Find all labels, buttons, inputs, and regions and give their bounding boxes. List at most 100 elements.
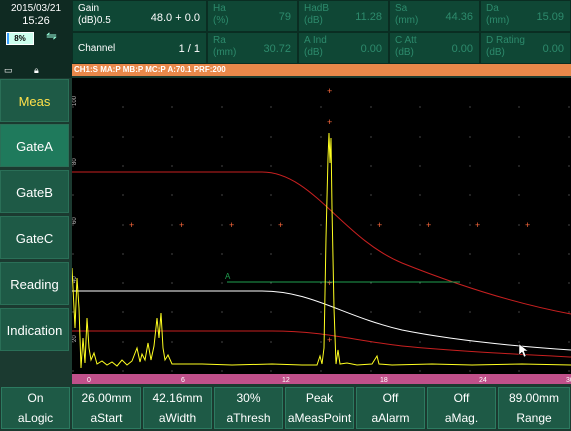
x-axis-bar [72, 374, 571, 384]
grid-dot [419, 282, 421, 284]
grid-plus-marker: + [327, 117, 332, 127]
readout-hadb-label: HadB (dB) [304, 3, 330, 26]
grid-dot [270, 136, 272, 138]
grid-dot [270, 253, 272, 255]
grid-dot [568, 194, 570, 196]
athresh-value: 30% [236, 391, 261, 405]
grid-dot [568, 253, 570, 255]
ameaspoint-button[interactable]: Peak aMeasPoint [285, 387, 354, 429]
grid-dot [518, 224, 520, 226]
y-tick-label: 80 [72, 158, 78, 165]
channel-value: 1 / 1 [178, 43, 200, 55]
menu-meas[interactable]: Meas [0, 79, 69, 122]
range-label: Range [516, 411, 552, 425]
menu-reading[interactable]: Reading [0, 262, 69, 305]
range-button[interactable]: 89.00mm Range [498, 387, 570, 429]
icon-strip: ▭ 🔒︎ [0, 64, 72, 78]
x-tick-label: 0 [87, 377, 91, 384]
ascan-display[interactable]: ++++++++++++ 10080604020 A 0612182430 [72, 78, 571, 384]
athresh-button[interactable]: 30% aThresh [214, 387, 283, 429]
grid-dot [370, 282, 372, 284]
grid-dot [320, 341, 322, 343]
grid-dot [568, 224, 570, 226]
grid-dot [469, 341, 471, 343]
channel-cell[interactable]: Channel 1 / 1 [72, 32, 207, 64]
grid-dot [469, 370, 471, 372]
grid-dot [568, 136, 570, 138]
grid-dot [221, 106, 223, 108]
grid-dot [122, 341, 124, 343]
keyboard-icon: ▭ [4, 65, 13, 75]
grid-dot [320, 106, 322, 108]
grid-dot [72, 253, 74, 255]
grid-dot [320, 224, 322, 226]
gain-value: 48.0 + 0.0 [150, 12, 200, 24]
grid-dot [469, 194, 471, 196]
grid-dot [221, 194, 223, 196]
grid-dot [72, 311, 74, 313]
tcg-curve [72, 290, 571, 351]
grid-dot [122, 253, 124, 255]
grid-dot [419, 253, 421, 255]
x-tick-label: 18 [380, 377, 388, 384]
menu-gatea[interactable]: GateA [0, 124, 69, 167]
grid-dot [122, 224, 124, 226]
readout-catt-label: C Att (dB) [395, 35, 417, 58]
grid-dot [270, 311, 272, 313]
grid-dot [171, 136, 173, 138]
readout-drating: D Rating (dB) 0.00 [480, 32, 571, 64]
grid-dot [171, 282, 173, 284]
grid-dot [221, 224, 223, 226]
grid-dot [122, 282, 124, 284]
grid-dot [518, 341, 520, 343]
x-tick-label: 30 [566, 377, 571, 384]
range-value: 89.00mm [508, 391, 560, 405]
grid-dot [469, 224, 471, 226]
gain-cell[interactable]: Gain (dB)0.5 48.0 + 0.0 [72, 0, 207, 32]
readout-hadb-value: 11.28 [355, 11, 382, 23]
astart-label: aStart [90, 411, 123, 425]
gain-label: Gain (dB)0.5 [78, 3, 111, 26]
grid-dot [320, 370, 322, 372]
readout-da-value: 15.09 [536, 11, 564, 23]
grid-dot [518, 282, 520, 284]
x-tick-label: 12 [282, 377, 290, 384]
ascan-svg: ++++++++++++ 10080604020 A 0612182430 [72, 86, 571, 384]
menu-gateb[interactable]: GateB [0, 170, 69, 213]
grid-dot [370, 165, 372, 167]
grid-dot [320, 194, 322, 196]
awidth-label: aWidth [158, 411, 197, 425]
grid-dot [270, 341, 272, 343]
awidth-button[interactable]: 42.16mm aWidth [143, 387, 212, 429]
grid-dot [72, 194, 74, 196]
grid-dot [518, 370, 520, 372]
grid-dot [122, 165, 124, 167]
grid-dot [171, 341, 173, 343]
grid-dot [518, 165, 520, 167]
readout-ra: Ra (mm) 30.72 [207, 32, 298, 64]
readout-ha-value: 79 [278, 11, 291, 23]
menu-indication[interactable]: Indication [0, 308, 69, 351]
grid-dot [221, 136, 223, 138]
grid-dot [419, 194, 421, 196]
readout-ra-label: Ra (mm) [213, 35, 237, 58]
grid-dot [270, 370, 272, 372]
grid-dot [370, 136, 372, 138]
grid-dot [221, 165, 223, 167]
grid-dot [72, 370, 74, 372]
grid-dot [320, 311, 322, 313]
astart-button[interactable]: 26.00mm aStart [72, 387, 141, 429]
grid-dot [171, 253, 173, 255]
grid-dot [221, 253, 223, 255]
y-tick-label: 60 [72, 217, 78, 224]
time-readout: 15:26 [22, 15, 50, 27]
aalarm-label: aAlarm [371, 411, 410, 425]
alogic-button[interactable]: On aLogic [1, 387, 70, 429]
menu-gatec[interactable]: GateC [0, 216, 69, 259]
amag-button[interactable]: Off aMag. [427, 387, 496, 429]
grid-dot [370, 224, 372, 226]
readout-ha-label: Ha (%) [213, 3, 229, 26]
aalarm-button[interactable]: Off aAlarm [356, 387, 425, 429]
readout-catt-value: 0.00 [451, 43, 473, 55]
date-readout: 2015/03/21 [10, 3, 62, 14]
